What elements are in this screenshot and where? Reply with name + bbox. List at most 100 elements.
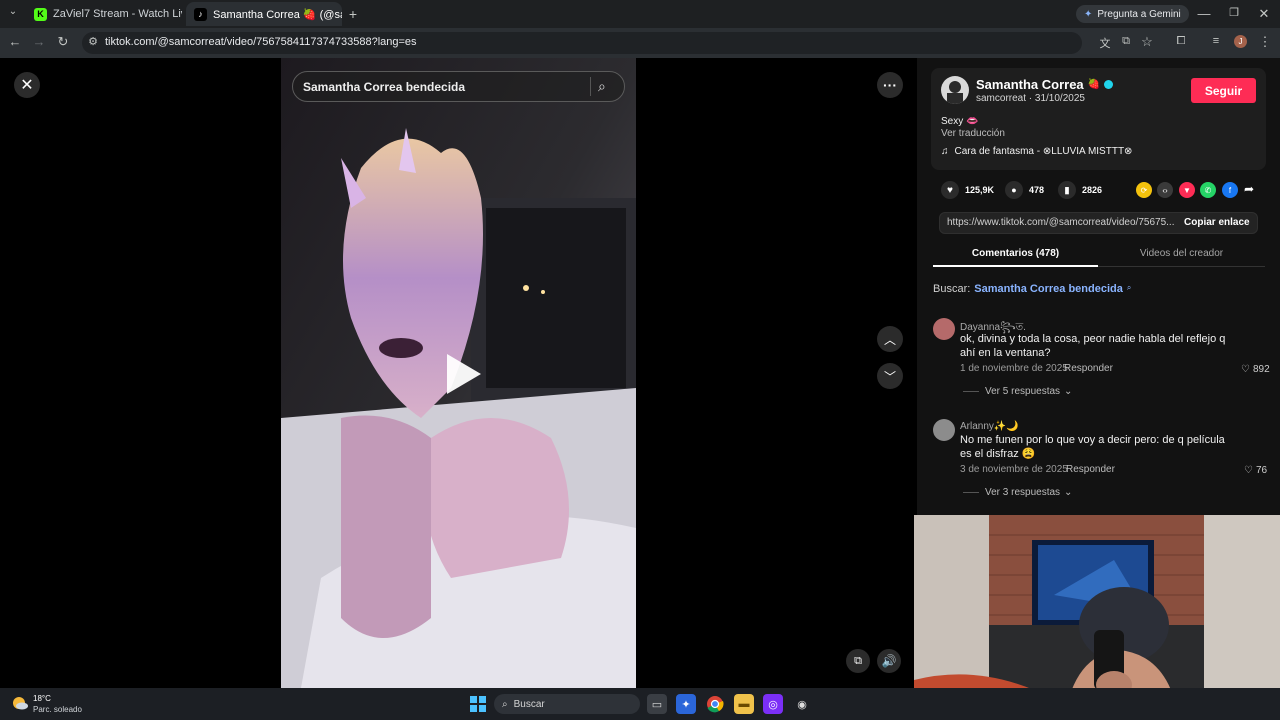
kick-icon: K	[34, 7, 47, 21]
comment-text: ok, divina y toda la cosa, peor nadie ha…	[960, 333, 1226, 359]
copy-link-button[interactable]: Copiar enlace	[1184, 217, 1250, 228]
previous-video-button[interactable]: ︿	[877, 326, 903, 352]
comment-like[interactable]: ♡ 76	[1244, 465, 1267, 476]
translate-icon[interactable]: 文	[1096, 35, 1114, 51]
tab-label: Samantha Correa 🍓 (@samco	[213, 8, 342, 21]
next-video-button[interactable]: ﹀	[877, 363, 903, 389]
search-divider	[590, 77, 591, 96]
menu-icon[interactable]: ⋮	[1256, 34, 1274, 50]
search-hint-prefix: Buscar:	[933, 283, 971, 295]
search-icon[interactable]: ⌕	[598, 78, 606, 95]
file-explorer-icon[interactable]: ▬	[734, 694, 754, 714]
taskbar-search[interactable]: ⌕ Buscar	[494, 694, 640, 714]
comment-date: 1 de noviembre de 2025	[960, 363, 1068, 374]
play-icon[interactable]	[443, 352, 483, 396]
volume-icon[interactable]: 🔊	[877, 649, 901, 673]
close-video-button[interactable]: ✕	[14, 72, 40, 98]
follow-button[interactable]: Seguir	[1191, 78, 1256, 103]
obs-icon[interactable]: ◉	[792, 694, 812, 714]
share-arrow-icon[interactable]: ➦	[1244, 182, 1254, 196]
video-link-text: https://www.tiktok.com/@samcorreat/video…	[947, 217, 1175, 228]
search-hint-term: Samantha Correa bendecida	[974, 283, 1123, 295]
music-title: Cara de fantasma - ⊗LLUVIA MISTTT⊗	[954, 146, 1133, 157]
replies-line	[963, 492, 979, 493]
repost-icon[interactable]: ⟳	[1136, 182, 1152, 198]
heart-outline-icon: ♡	[1241, 364, 1250, 375]
send-to-friends-icon[interactable]: ▼	[1179, 182, 1195, 198]
weather-condition: Parc. soleado	[33, 705, 82, 714]
avatar[interactable]	[941, 76, 969, 104]
forward-icon[interactable]: →	[30, 34, 48, 49]
reload-icon[interactable]: ↻	[54, 34, 72, 50]
new-tab-icon[interactable]: +	[344, 6, 362, 22]
replies-line	[963, 391, 979, 392]
music-note-icon: ♫	[941, 146, 949, 157]
tab-active-indicator	[933, 265, 1098, 267]
creator-name-emoji: 🍓	[1087, 79, 1101, 90]
see-translation-link[interactable]: Ver traducción	[941, 128, 1005, 139]
reply-button[interactable]: Responder	[1066, 464, 1115, 475]
tab-creator-videos[interactable]: Videos del creador	[1098, 248, 1265, 259]
comment-text: No me funen por lo que voy a decir pero:…	[960, 434, 1225, 460]
minimize-icon[interactable]: —	[1195, 6, 1213, 21]
profile-avatar[interactable]: J	[1234, 35, 1247, 48]
comment-username[interactable]: Arlanny✨🌙	[960, 421, 1019, 432]
install-app-icon[interactable]: ⧉	[1117, 35, 1135, 48]
avatar[interactable]	[933, 318, 955, 340]
tiktok-icon: ♪	[194, 7, 207, 21]
reading-list-icon[interactable]: ≡	[1207, 35, 1225, 47]
reply-button[interactable]: Responder	[1064, 363, 1113, 374]
bookmark-icon: ▮	[1058, 181, 1076, 199]
comment-search-hint[interactable]: Buscar: Samantha Correa bendecida ⌕	[933, 283, 1131, 295]
tab-kick-stream[interactable]: K ZaViel7 Stream - Watch Live on ✕	[26, 2, 182, 26]
save-stat[interactable]: ▮ 2826	[1058, 181, 1102, 199]
facebook-icon[interactable]: f	[1222, 182, 1238, 198]
gemini-label: Pregunta a Gemini	[1097, 8, 1181, 20]
taskbar-search-label: Buscar	[513, 698, 545, 710]
copilot-icon[interactable]: ✦	[676, 694, 696, 714]
search-icon: ⌕	[1126, 283, 1132, 292]
comment-like[interactable]: ♡ 892	[1241, 364, 1270, 375]
chevron-down-icon: ⌄	[1064, 487, 1073, 498]
site-info-icon[interactable]: ⚙	[84, 35, 102, 48]
heart-icon: ♥	[941, 181, 959, 199]
view-replies-button[interactable]: Ver 5 respuestas ⌄	[985, 386, 1072, 397]
verified-icon	[1104, 80, 1114, 89]
embed-icon[interactable]: ‹›	[1157, 182, 1173, 198]
tab-label: ZaViel7 Stream - Watch Live on	[53, 8, 182, 20]
url-text: tiktok.com/@samcorreat/video/75675841173…	[105, 36, 417, 48]
chrome-icon[interactable]	[705, 694, 725, 714]
heart-outline-icon: ♡	[1244, 465, 1253, 476]
more-options-icon[interactable]: ···	[877, 72, 903, 98]
bookmark-star-icon[interactable]: ☆	[1138, 34, 1156, 50]
maximize-icon[interactable]: ❐	[1225, 6, 1243, 19]
tab-tiktok-video[interactable]: ♪ Samantha Correa 🍓 (@samco ✕	[186, 2, 342, 26]
avatar[interactable]	[933, 419, 955, 441]
creator-name-row[interactable]: Samantha Correa 🍓	[976, 77, 1114, 92]
extensions-icon[interactable]: ⧠	[1172, 35, 1190, 48]
floating-player-icon[interactable]: ⧉	[846, 649, 870, 673]
video-search-text: Samantha Correa bendecida	[303, 80, 466, 94]
window-close-icon[interactable]: ✕	[1255, 6, 1273, 22]
music-row[interactable]: ♫ Cara de fantasma - ⊗LLUVIA MISTTT⊗	[941, 146, 1132, 157]
tab-comments[interactable]: Comentarios (478)	[933, 248, 1098, 259]
comment-icon: ●	[1005, 181, 1023, 199]
search-icon: ⌕	[502, 698, 508, 710]
save-count: 2826	[1082, 185, 1103, 195]
task-view-icon[interactable]: ▭	[647, 694, 667, 714]
like-count: 125,9K	[965, 185, 995, 195]
comment-count: 478	[1029, 185, 1045, 195]
comment-stat[interactable]: ● 478	[1005, 181, 1044, 199]
windows-start-icon[interactable]	[468, 694, 488, 714]
whatsapp-icon[interactable]: ✆	[1200, 182, 1216, 198]
app-icon[interactable]: ◎	[763, 694, 783, 714]
weather-sun-icon[interactable]	[12, 696, 28, 710]
view-replies-button[interactable]: Ver 3 respuestas ⌄	[985, 487, 1072, 498]
gemini-button[interactable]: ✦ Pregunta a Gemini	[1076, 5, 1189, 23]
windows-taskbar	[0, 688, 1280, 720]
tab-search-icon[interactable]: ⌄	[4, 6, 22, 17]
like-stat[interactable]: ♥ 125,9K	[941, 181, 994, 199]
back-icon[interactable]: ←	[6, 34, 24, 49]
comment-date: 3 de noviembre de 2025	[960, 464, 1068, 475]
video-caption: Sexy 👄	[941, 116, 979, 127]
